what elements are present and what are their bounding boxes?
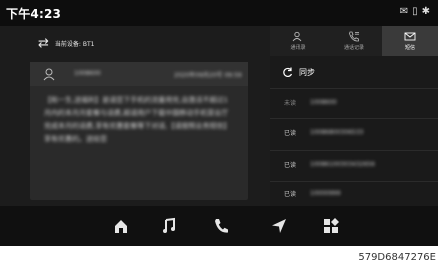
- message-date: 2020年09月20号 09:59: [174, 72, 242, 79]
- tab-call-log-label: 通话记录: [343, 45, 364, 51]
- sms-status: 已读: [284, 162, 297, 169]
- call-log-icon: [349, 31, 359, 42]
- sms-list-item[interactable]: 未读 1008600: [270, 88, 438, 116]
- sms-number: 10086800306533: [310, 129, 364, 136]
- switch-device-icon[interactable]: ⇄: [38, 36, 49, 51]
- phone-lock-icon: ▯: [412, 6, 418, 17]
- status-icons: ✉ ▯ ✱: [400, 6, 430, 17]
- sync-button[interactable]: 同步: [270, 60, 438, 84]
- image-code: 579D6847276E: [358, 252, 436, 263]
- person-icon: [43, 68, 55, 81]
- sms-number: 10000999: [310, 190, 341, 197]
- current-device-label: 当前设备: BT1: [54, 41, 95, 48]
- sms-status: 未读: [284, 100, 297, 107]
- infotainment-screen: 下午4:23 ✉ ▯ ✱ ⇄ 当前设备: BT1 1008600 2020年09…: [0, 0, 438, 246]
- sms-status: 已读: [284, 191, 297, 198]
- sms-list-item[interactable]: 已读 10086800306533: [270, 118, 438, 146]
- sms-status: 已读: [284, 130, 297, 137]
- navigation-icon[interactable]: [270, 217, 288, 235]
- tab-sms[interactable]: 短信: [382, 26, 438, 56]
- contacts-icon: [292, 31, 302, 42]
- tab-call-log[interactable]: 通话记录: [326, 26, 382, 56]
- sync-label: 同步: [299, 67, 315, 77]
- tab-contacts-label: 通讯录: [290, 45, 306, 51]
- message-sender: 1008600: [74, 70, 101, 77]
- bottom-nav-bar: [0, 206, 438, 246]
- apps-icon[interactable]: [322, 217, 340, 235]
- sms-icon: [404, 32, 416, 41]
- phone-icon[interactable]: [212, 217, 230, 235]
- message-header: 1008600 2020年09月20号 09:59: [30, 62, 248, 86]
- sync-icon: [283, 67, 293, 77]
- message-card: 1008600 2020年09月20号 09:59 【和一生,送福利】是请您下手…: [30, 62, 248, 200]
- current-device[interactable]: ⇄ 当前设备: BT1: [38, 36, 94, 51]
- message-body: 【和一生,送福利】是请您下手机的流量用完,自激活不超过1月内的本月月套餐与话费,…: [44, 96, 231, 143]
- bluetooth-icon: ✱: [421, 6, 430, 17]
- sms-number: 10086100303432656: [310, 161, 375, 168]
- phone-tabs: 通讯录 通话记录 短信: [270, 26, 438, 56]
- mail-icon: ✉: [399, 6, 409, 17]
- tab-contacts[interactable]: 通讯录: [270, 26, 326, 56]
- sms-list-item[interactable]: 已读 10000999: [270, 181, 438, 205]
- music-icon[interactable]: [160, 217, 178, 235]
- status-time: 下午4:23: [6, 7, 62, 21]
- status-bar: 下午4:23 ✉ ▯ ✱: [0, 0, 438, 26]
- sms-number: 1008600: [310, 99, 337, 106]
- home-icon[interactable]: [112, 217, 130, 235]
- tab-sms-label: 短信: [404, 45, 415, 51]
- sms-list-item[interactable]: 已读 10086100303432656: [270, 150, 438, 178]
